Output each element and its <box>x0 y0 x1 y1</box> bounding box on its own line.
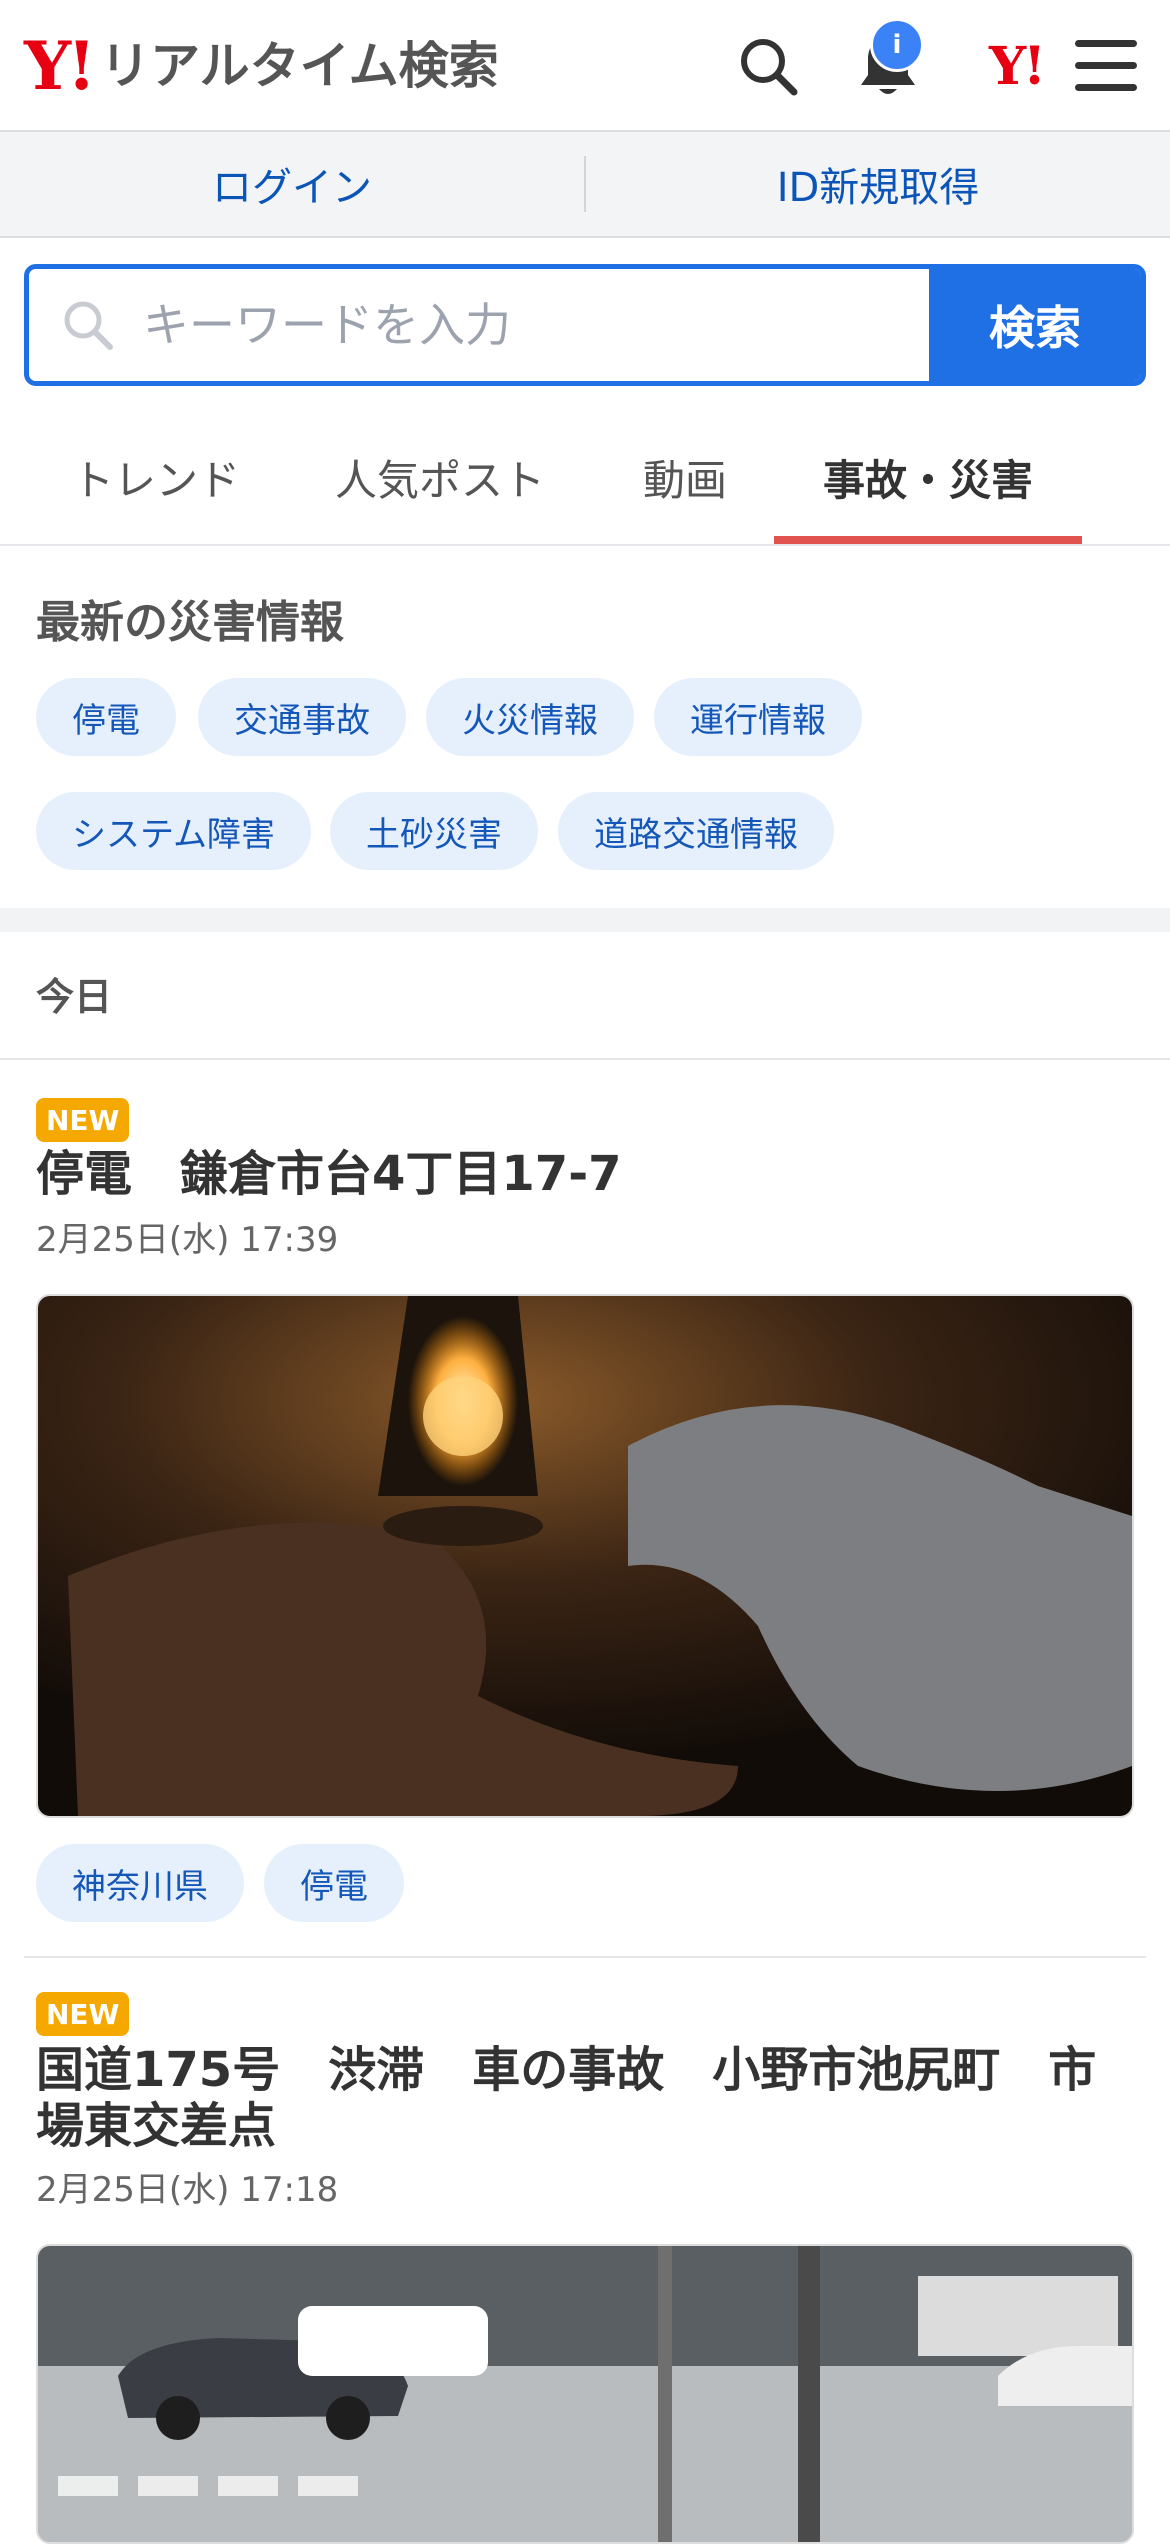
yahoo-realtime-logo[interactable]: Y! リアルタイム検索 <box>24 28 499 104</box>
new-badge: NEW <box>36 1992 130 2036</box>
logo-mark: Y! <box>24 27 96 105</box>
section-gap <box>0 908 1170 932</box>
post-title[interactable]: 国道175号 渋滞 車の事故 小野市池尻町 市場東交差点 <box>36 2042 1136 2154</box>
search-field[interactable] <box>29 269 929 381</box>
register-link[interactable]: ID新規取得 <box>586 155 1170 213</box>
post-image-traffic-accident[interactable] <box>36 2244 1134 2544</box>
lantern-photo <box>38 1296 1132 1816</box>
post-image-candle-lantern[interactable] <box>36 1294 1134 1818</box>
tag-kanagawa[interactable]: 神奈川県 <box>36 1844 244 1922</box>
day-label: 今日 <box>36 975 113 1019</box>
tab-video[interactable]: 動画 <box>610 410 760 544</box>
section-heading: 最新の災害情報 <box>36 597 344 648</box>
new-badge: NEW <box>36 1098 130 1142</box>
logo-title: リアルタイム検索 <box>100 37 499 95</box>
latest-disaster-info: 最新の災害情報 停電 交通事故 火災情報 運行情報 システム障害 土砂災害 道路… <box>0 546 1170 910</box>
chip-traffic-accident[interactable]: 交通事故 <box>198 678 406 756</box>
search-button[interactable]: 検索 <box>929 269 1141 381</box>
traffic-photo <box>38 2246 1132 2542</box>
menu-button[interactable] <box>1066 26 1146 106</box>
category-tabs: トレンド 人気ポスト 動画 事故・災害 <box>0 410 1170 546</box>
post-date: 2月25日(水) 17:18 <box>36 2170 339 2210</box>
chip-landslide[interactable]: 土砂災害 <box>330 792 538 870</box>
chip-operation-info[interactable]: 運行情報 <box>654 678 862 756</box>
notification-badge: i <box>870 18 924 72</box>
search-icon <box>64 301 113 350</box>
login-link[interactable]: ログイン <box>0 155 584 213</box>
post-title[interactable]: 停電 鎌倉市台4丁目17-7 <box>36 1146 1136 1202</box>
tab-popular-posts[interactable]: 人気ポスト <box>322 410 558 544</box>
search-form: 検索 <box>24 264 1146 386</box>
search-input[interactable] <box>141 297 845 353</box>
tag-power-outage[interactable]: 停電 <box>264 1844 404 1922</box>
hamburger-menu-icon <box>1075 40 1137 91</box>
app-header: Y! リアルタイム検索 i Y! <box>0 0 1170 132</box>
search-icon-button[interactable] <box>728 26 808 106</box>
chip-fire-info[interactable]: 火災情報 <box>426 678 634 756</box>
yahoo-japan-logo: Y! <box>989 35 1046 97</box>
notification-button[interactable]: i <box>848 18 928 106</box>
tab-trend[interactable]: トレンド <box>40 410 272 544</box>
chip-road-traffic-info[interactable]: 道路交通情報 <box>558 792 834 870</box>
search-icon <box>741 39 798 96</box>
post-card[interactable]: NEW 国道175号 渋滞 車の事故 小野市池尻町 市場東交差点 2月25日(水… <box>0 1958 1170 2544</box>
day-header: 今日 <box>0 932 1170 1060</box>
chip-system-failure[interactable]: システム障害 <box>36 792 311 870</box>
post-card[interactable]: NEW 停電 鎌倉市台4丁目17-7 2月25日(水) 17:39 神奈川県 停… <box>0 1060 1170 1960</box>
yahoo-japan-link[interactable]: Y! <box>966 26 1066 106</box>
chip-power-outage[interactable]: 停電 <box>36 678 176 756</box>
post-date: 2月25日(水) 17:39 <box>36 1220 339 1260</box>
auth-bar: ログイン ID新規取得 <box>0 132 1170 238</box>
tab-accident-disaster[interactable]: 事故・災害 <box>774 410 1082 544</box>
